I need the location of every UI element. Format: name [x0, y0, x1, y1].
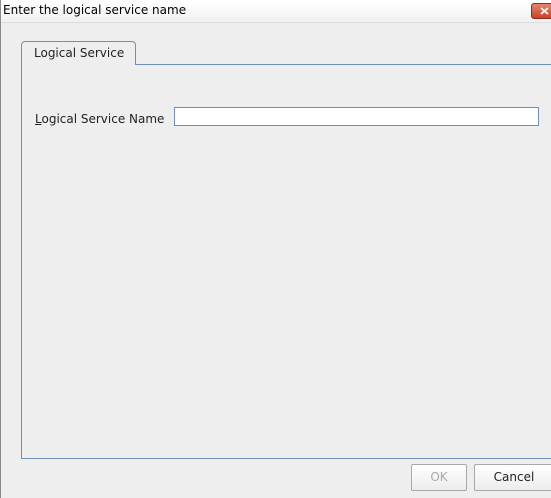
close-button[interactable]: [531, 3, 551, 19]
tab-label: Logical Service: [34, 46, 125, 60]
dialog-window: Enter the logical service name Logical S…: [0, 0, 551, 498]
close-icon: [540, 7, 549, 15]
cancel-button[interactable]: Cancel: [474, 464, 551, 491]
window-title: Enter the logical service name: [3, 3, 187, 17]
tab-logical-service[interactable]: Logical Service: [21, 41, 136, 65]
logical-service-name-label: Logical Service Name: [35, 112, 164, 126]
logical-service-name-input[interactable]: [174, 107, 539, 126]
label-text: ogical Service Name: [41, 112, 165, 126]
title-bar[interactable]: Enter the logical service name: [1, 0, 551, 23]
ok-button[interactable]: OK: [411, 464, 467, 491]
